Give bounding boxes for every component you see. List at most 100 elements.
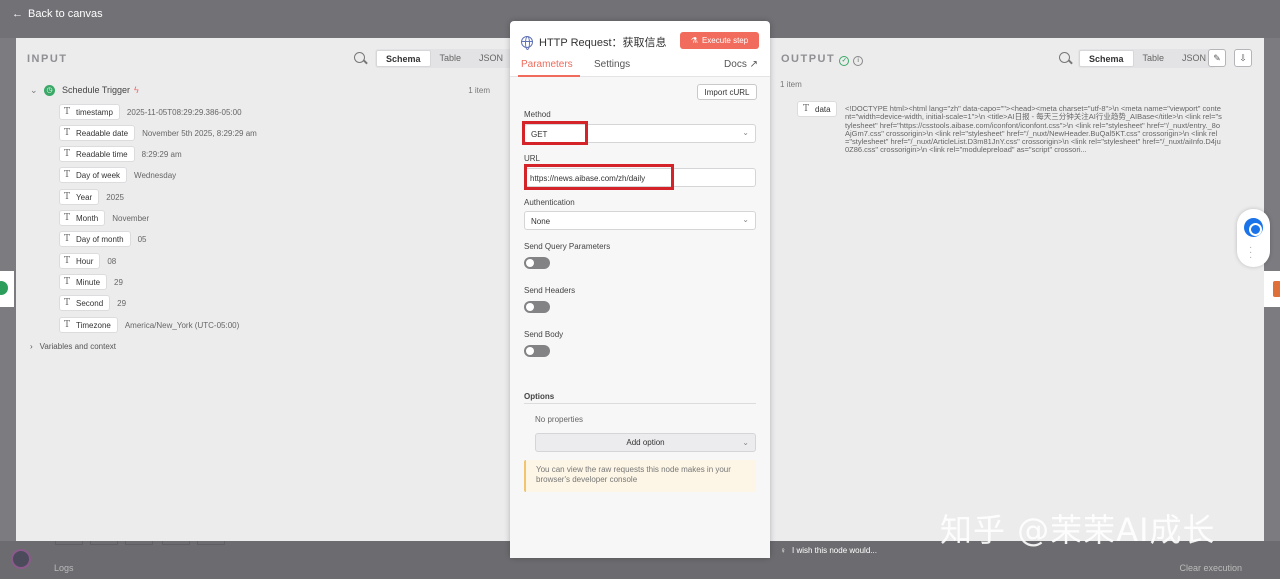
field-value: 2025 [106,192,124,202]
schema-field: T Month November [59,210,149,226]
schema-field: T Second 29 [59,295,126,311]
output-tab-schema[interactable]: Schema [1079,50,1134,67]
schema-field: T Hour 08 [59,253,116,269]
variables-label: Variables and context [39,342,117,351]
field-key: Hour [76,256,94,266]
send-headers-toggle[interactable] [524,301,550,313]
execute-step-button[interactable]: ⚗ Execute step [680,32,759,49]
watermark: 知乎 @茉茉AI成长 [940,511,1216,549]
field-key-pill[interactable]: T Minute [59,274,108,290]
add-option-button[interactable]: Add option ⌄ [535,433,756,452]
schema-field: Ttimestamp 2025-11-05T08:29:29.386-05:00 [59,104,242,120]
data-key: data [815,104,831,114]
app-logo [11,549,31,569]
logs-label[interactable]: Logs [54,563,74,573]
pin-icon[interactable]: ⇩ [1234,49,1252,67]
field-key: timestamp [76,107,113,117]
clear-execution-button[interactable]: Clear execution [1179,563,1242,573]
right-edge-widget[interactable] [1264,271,1280,307]
execute-step-label: Execute step [701,36,749,45]
schema-field: T Minute 29 [59,274,123,290]
text-type-icon: T [64,234,71,244]
field-key: Year [76,192,93,202]
input-view-toggle: Schema Table JSON [375,49,514,68]
bolt-icon: ϟ [134,85,139,95]
clock-icon: ◷ [44,84,55,96]
field-value: 2025-11-05T08:29:29.386-05:00 [126,107,242,117]
external-link-icon: ↗ [749,59,758,70]
schema-field: T Day of week Wednesday [59,167,176,183]
docs-link[interactable]: Docs ↗ [724,59,758,70]
text-type-icon: T [64,170,71,180]
authentication-label: Authentication [524,198,575,207]
field-key-pill[interactable]: T Hour [59,253,101,269]
data-value: <!DOCTYPE html><html lang="zh" data-capo… [845,104,1222,155]
feedback-prompt[interactable]: ♀ I wish this node would... [780,546,877,555]
field-key: Timezone [76,320,111,330]
feedback-text: I wish this node would... [792,546,877,555]
parameters-body: Import cURL Method GET ⌄ URL https://new… [510,77,770,558]
flask-icon: ⚗ [690,36,698,45]
data-key-pill[interactable]: T data [797,101,837,117]
field-key-pill[interactable]: T Timezone [59,317,118,333]
no-properties-text: No properties [535,415,584,424]
text-type-icon: T [64,128,71,138]
field-key-pill[interactable]: T Month [59,210,106,226]
field-key: Day of month [76,234,124,244]
search-icon[interactable] [1059,52,1070,63]
node-title[interactable]: HTTP Request：获取信息 [539,34,667,50]
field-key-pill[interactable]: T Readable date [59,125,136,141]
field-key-pill[interactable]: T Year [59,189,100,205]
import-curl-button[interactable]: Import cURL [697,84,757,100]
send-headers-label: Send Headers [524,286,576,295]
output-pane: OUTPUT ✓ i Schema Table JSON ✎ ⇩ 1 item T … [770,38,1264,541]
send-body-toggle[interactable] [524,345,550,357]
field-value: America/New_York (UTC-05:00) [124,320,240,330]
authentication-select[interactable]: None ⌄ [524,211,756,230]
input-tab-schema[interactable]: Schema [376,50,431,67]
text-type-icon: T [64,213,71,223]
input-pane: INPUT Schema Table JSON ⌄ ◷ Schedule Tri… [16,38,514,541]
field-value: November 5th 2025, 8:29:29 am [142,128,257,138]
schema-field: T Year 2025 [59,189,124,205]
success-check-icon: ✓ [839,56,850,66]
chevron-down-icon[interactable]: ⌄ [30,85,44,96]
schema-field: T Readable time 8:29:29 am [59,146,182,162]
field-key: Second [76,298,104,308]
chevron-down-icon: ⌄ [742,438,749,447]
field-value: Wednesday [134,170,177,180]
back-to-canvas-link[interactable]: ← Back to canvas [12,8,103,20]
field-value: 29 [114,277,123,287]
send-query-toggle[interactable] [524,257,550,269]
field-key-pill[interactable]: T Day of week [59,167,128,183]
trigger-name: Schedule Trigger [62,85,131,95]
output-tab-table[interactable]: Table [1134,50,1174,67]
output-title: OUTPUT [781,53,836,65]
tab-settings[interactable]: Settings [594,59,630,70]
info-icon[interactable]: i [853,56,864,66]
field-value: 8:29:29 am [141,149,182,159]
variables-and-context-row[interactable]: › Variables and context [30,342,116,351]
edit-pencil-icon[interactable]: ✎ [1208,49,1226,67]
input-tab-table[interactable]: Table [431,50,471,67]
text-type-icon: T [64,149,71,159]
search-icon[interactable] [354,52,365,63]
field-key-pill[interactable]: T Day of month [59,231,131,247]
back-to-canvas-label: Back to canvas [28,8,103,20]
more-dots-icon[interactable]: · · · [1249,243,1252,263]
output-title-row: OUTPUT ✓ i [781,53,864,66]
tab-parameters[interactable]: Parameters [521,59,573,70]
chat-assistant-widget[interactable]: · · · [1237,209,1270,267]
schedule-trigger-row[interactable]: ⌄ ◷ Schedule Trigger ϟ 1 item [30,82,500,98]
field-key-pill[interactable]: Ttimestamp [59,104,120,120]
field-key-pill[interactable]: T Readable time [59,146,135,162]
options-label: Options [524,392,555,401]
left-edge-widget[interactable] [0,271,14,307]
text-type-icon: T [64,192,71,202]
chat-bubble-icon[interactable] [1244,218,1263,237]
field-key-pill[interactable]: T Second [59,295,111,311]
input-tab-json[interactable]: JSON [470,50,512,67]
divider [524,403,756,404]
highlight-box [522,121,588,145]
arrow-left-icon: ← [12,8,23,20]
